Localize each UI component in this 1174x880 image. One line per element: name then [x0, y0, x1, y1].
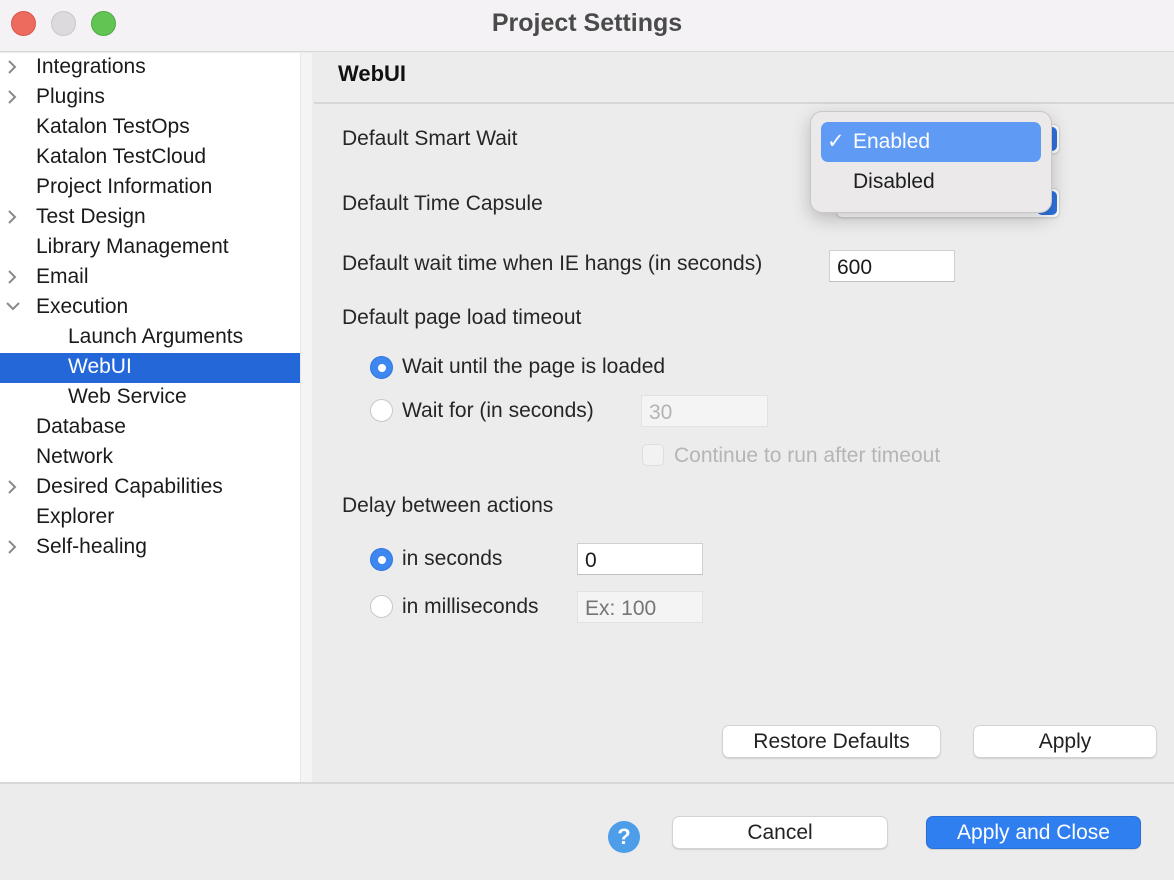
- continue-after-timeout-label: Continue to run after timeout: [674, 444, 941, 467]
- sidebar-item-label: Email: [36, 265, 89, 288]
- sidebar-item-katalon-testcloud[interactable]: Katalon TestCloud: [0, 143, 300, 173]
- sidebar-item-label: Plugins: [36, 85, 105, 108]
- sidebar-item-plugins[interactable]: Plugins: [0, 83, 300, 113]
- chevron-right-icon[interactable]: [6, 203, 22, 231]
- sidebar-item-database[interactable]: Database: [0, 413, 300, 443]
- delay-seconds-radio[interactable]: [370, 548, 393, 571]
- smart-wait-label: Default Smart Wait: [342, 127, 518, 150]
- sidebar-item-label: Explorer: [36, 505, 115, 528]
- checkmark-icon: ✓: [827, 130, 845, 153]
- window-title: Project Settings: [491, 9, 683, 37]
- apply-and-close-button[interactable]: Apply and Close: [926, 816, 1141, 849]
- delay-ms-radio[interactable]: [370, 595, 393, 618]
- ie-hang-input[interactable]: [829, 250, 955, 282]
- sidebar-item-network[interactable]: Network: [0, 443, 300, 473]
- wait-for-label: Wait for (in seconds): [402, 399, 594, 422]
- sidebar-item-self-healing[interactable]: Self-healing: [0, 533, 300, 563]
- sidebar-item-label: Library Management: [36, 235, 229, 258]
- delay-seconds-input[interactable]: [577, 543, 703, 575]
- sidebar-item-label: Self-healing: [36, 535, 147, 558]
- sidebar-scrollbar[interactable]: [300, 53, 312, 782]
- delay-ms-input[interactable]: [577, 591, 703, 623]
- chevron-down-icon[interactable]: [6, 293, 22, 321]
- sidebar-item-label: Database: [36, 415, 126, 438]
- sidebar-item-label: Web Service: [68, 385, 187, 408]
- smart-wait-dropdown-menu: ✓ Enabled Disabled: [810, 111, 1052, 213]
- sidebar-item-label: Launch Arguments: [68, 325, 244, 348]
- delay-label: Delay between actions: [342, 494, 554, 517]
- chevron-right-icon[interactable]: [6, 83, 22, 111]
- sidebar-item-web-service[interactable]: Web Service: [0, 383, 300, 413]
- title-bar: Project Settings: [0, 0, 1174, 52]
- sidebar-item-label: Desired Capabilities: [36, 475, 223, 498]
- sidebar-item-label: Project Information: [36, 175, 213, 198]
- sidebar-item-katalon-testops[interactable]: Katalon TestOps: [0, 113, 300, 143]
- chevron-right-icon[interactable]: [6, 53, 22, 81]
- settings-tree: Integrations Plugins Katalon TestOps Katalo…: [0, 53, 312, 782]
- sidebar-item-execution[interactable]: Execution: [0, 293, 300, 323]
- continue-after-timeout-checkbox[interactable]: [642, 444, 664, 466]
- sidebar-item-label: Integrations: [36, 55, 146, 78]
- delay-ms-label: in milliseconds: [402, 595, 539, 618]
- sidebar-item-integrations[interactable]: Integrations: [0, 53, 300, 83]
- sidebar-item-label: Katalon TestCloud: [36, 145, 207, 168]
- sidebar-item-email[interactable]: Email: [0, 263, 300, 293]
- help-icon[interactable]: ?: [608, 821, 640, 853]
- page-header: WebUI: [314, 53, 1174, 104]
- restore-defaults-button[interactable]: Restore Defaults: [722, 725, 941, 758]
- delay-seconds-label: in seconds: [402, 547, 503, 570]
- wait-until-loaded-label: Wait until the page is loaded: [402, 355, 666, 378]
- page-load-label: Default page load timeout: [342, 306, 582, 329]
- sidebar-item-label: Execution: [36, 295, 129, 318]
- chevron-right-icon[interactable]: [6, 533, 22, 561]
- sidebar-item-test-design[interactable]: Test Design: [0, 203, 300, 233]
- apply-button[interactable]: Apply: [973, 725, 1157, 758]
- sidebar-item-launch-arguments[interactable]: Launch Arguments: [0, 323, 300, 353]
- menu-item-enabled[interactable]: ✓ Enabled: [821, 122, 1041, 162]
- page-title: WebUI: [338, 61, 407, 86]
- sidebar-item-desired-capabilities[interactable]: Desired Capabilities: [0, 473, 300, 503]
- chevron-right-icon[interactable]: [6, 473, 22, 501]
- chevron-right-icon[interactable]: [6, 263, 22, 291]
- sidebar-item-label: Network: [36, 445, 114, 468]
- sidebar-item-library-management[interactable]: Library Management: [0, 233, 300, 263]
- wait-for-radio[interactable]: [370, 399, 393, 422]
- time-capsule-label: Default Time Capsule: [342, 192, 543, 215]
- sidebar-item-explorer[interactable]: Explorer: [0, 503, 300, 533]
- sidebar-item-project-information[interactable]: Project Information: [0, 173, 300, 203]
- settings-content: WebUI Default Smart Wait Default Time Ca…: [314, 53, 1174, 782]
- cancel-button[interactable]: Cancel: [672, 816, 888, 849]
- sidebar-item-label: WebUI: [68, 355, 132, 378]
- sidebar-item-label: Katalon TestOps: [36, 115, 190, 138]
- sidebar-item-label: Test Design: [36, 205, 146, 228]
- wait-until-loaded-radio[interactable]: [370, 356, 393, 379]
- dialog-footer: ? Cancel Apply and Close: [0, 782, 1174, 880]
- ie-hang-label: Default wait time when IE hangs (in seco…: [342, 252, 763, 275]
- menu-item-disabled[interactable]: Disabled: [821, 162, 1041, 202]
- sidebar-item-webui[interactable]: WebUI: [0, 353, 300, 383]
- wait-for-input[interactable]: [641, 395, 768, 427]
